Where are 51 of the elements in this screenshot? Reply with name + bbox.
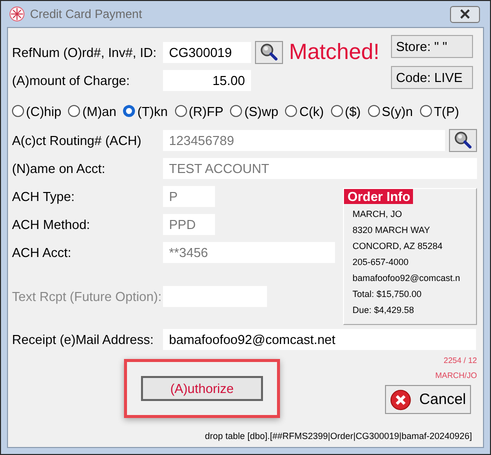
- input-field[interactable]: bamafoofoo92@comcast.net: [163, 328, 476, 350]
- payment-type-radio[interactable]: ($): [330, 104, 361, 118]
- close-icon: [459, 9, 471, 19]
- info-line: bamafoofoo92@comcast.n: [351, 272, 462, 285]
- field-label: ACH Acct:: [12, 244, 72, 260]
- footer-text: drop table [dbo].[##RFMS2399|Order|CG300019|bamaf-20240926]: [204, 431, 473, 441]
- payment-type-radio[interactable]: T(P): [420, 104, 460, 118]
- counter-text: MARCH/JO: [435, 370, 477, 382]
- close-button[interactable]: [450, 6, 480, 22]
- search-button[interactable]: [449, 128, 477, 152]
- search-button[interactable]: [255, 40, 283, 64]
- match-status: Matched!: [289, 39, 380, 65]
- input-field[interactable]: **3456: [163, 242, 335, 262]
- payment-type-radio[interactable]: (M)an: [68, 104, 116, 118]
- info-line: Due: $4,429.58: [351, 304, 416, 317]
- input-field[interactable]: 123456789: [163, 130, 446, 150]
- authorize-button[interactable]: (A)uthorize: [141, 376, 263, 401]
- cancel-button[interactable]: Cancel: [385, 385, 471, 414]
- field-label: ACH Method:: [12, 216, 92, 232]
- input-field[interactable]: TEST ACCOUNT: [163, 158, 477, 178]
- field-label: (A)mount of Charge:: [12, 72, 131, 88]
- input-field[interactable]: PPD: [163, 214, 215, 234]
- panel-title: Order Info: [344, 189, 414, 204]
- payment-type-radio[interactable]: (C)hip: [12, 104, 62, 118]
- payment-type-radio[interactable]: (S)wp: [230, 104, 278, 118]
- info-line: 205-657-4000: [351, 256, 410, 269]
- app-icon: [9, 6, 25, 22]
- info-line: MARCH, JO: [351, 208, 403, 221]
- info-line: 8320 MARCH WAY: [351, 224, 431, 237]
- field-label: RefNum (O)rd#, Inv#, ID:: [12, 44, 158, 60]
- payment-type-radio[interactable]: (T)kn: [123, 104, 168, 118]
- status-button[interactable]: Code: LIVE: [391, 66, 473, 89]
- input-field[interactable]: P: [163, 186, 215, 206]
- field-label: Receipt (e)Mail Address:: [12, 332, 155, 346]
- status-button[interactable]: Store: " ": [391, 35, 473, 58]
- close-icon: [390, 388, 412, 410]
- search-icon: [260, 43, 278, 61]
- counter-text: 2254 / 12: [444, 355, 477, 367]
- field-label: A(c)ct Routing# (ACH): [12, 132, 142, 148]
- search-icon: [454, 131, 472, 149]
- payment-type-radio[interactable]: C(k): [285, 104, 324, 118]
- field-label: (N)ame on Acct:: [12, 160, 106, 176]
- field-label: Text Rcpt (Future Option):: [12, 288, 163, 304]
- field-label: ACH Type:: [12, 188, 76, 204]
- window-title: Credit Card Payment: [30, 7, 142, 21]
- payment-type-radio[interactable]: (R)FP: [174, 104, 224, 118]
- info-line: CONCORD, AZ 85284: [351, 240, 444, 253]
- payment-type-radio[interactable]: S(y)n: [368, 104, 413, 118]
- input-field[interactable]: CG300019: [163, 42, 251, 62]
- input-field[interactable]: 15.00: [163, 70, 251, 90]
- info-line: Total: $15,750.00: [351, 288, 423, 301]
